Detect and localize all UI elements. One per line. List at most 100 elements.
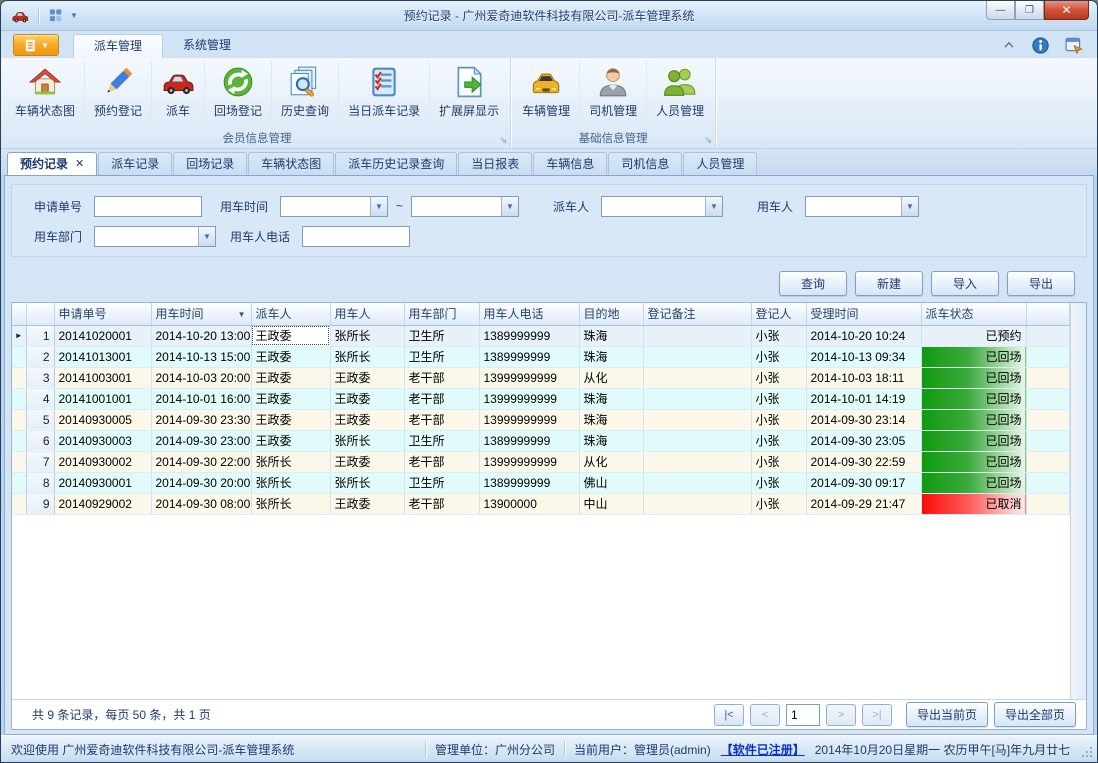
ribbon-button-车辆状态图[interactable]: 车辆状态图 [6,61,85,130]
cell-受理时间[interactable]: 2014-10-01 14:19 [806,388,921,409]
column-header-受理时间[interactable]: 受理时间 [806,303,921,325]
table-row[interactable]: 4201410010012014-10-01 16:00王政委王政委老干部139… [12,388,1070,409]
ribbon-button-当日派车记录[interactable]: 当日派车记录 [339,61,430,130]
cell-用车人[interactable]: 王政委 [330,409,404,430]
row-selector-cell[interactable] [12,451,26,472]
sort-filter-icon[interactable]: ▼ [238,310,246,319]
row-selector-cell[interactable] [12,430,26,451]
cell-申请单号[interactable]: 20141001001 [54,388,151,409]
next-page-button[interactable]: > [826,704,856,726]
cell-登记备注[interactable] [643,472,751,493]
ribbon-button-司机管理[interactable]: 司机管理 [580,61,647,130]
cell-派车状态[interactable]: 已回场 [921,346,1026,367]
cell-用车人电话[interactable]: 13999999999 [479,367,579,388]
cell-申请单号[interactable]: 20141003001 [54,367,151,388]
row-selector-cell[interactable] [12,388,26,409]
cell-登记人[interactable]: 小张 [751,367,806,388]
table-row[interactable]: 7201409300022014-09-30 22:00张所长王政委老干部139… [12,451,1070,472]
cell-登记人[interactable]: 小张 [751,325,806,346]
column-header-申请单号[interactable]: 申请单号 [54,303,151,325]
cell-用车人[interactable]: 王政委 [330,367,404,388]
ribbon-tab-系统管理[interactable]: 系统管理 [163,34,251,58]
cell-用车人[interactable]: 王政委 [330,493,404,514]
cell-用车人[interactable]: 张所长 [330,472,404,493]
cell-用车人电话[interactable]: 13999999999 [479,409,579,430]
cell-目的地[interactable]: 珠海 [579,409,643,430]
chevron-down-icon[interactable]: ▼ [501,197,518,216]
cell-目的地[interactable]: 从化 [579,367,643,388]
cell-派车状态[interactable]: 已回场 [921,388,1026,409]
table-row[interactable]: 9201409290022014-09-30 08:00张所长王政委老干部139… [12,493,1070,514]
cell-派车人[interactable]: 王政委 [251,346,330,367]
cell-申请单号[interactable]: 20141013001 [54,346,151,367]
cell-用车部门[interactable]: 老干部 [404,409,479,430]
doc-tab-车辆信息[interactable]: 车辆信息 [533,152,607,175]
cell-受理时间[interactable]: 2014-09-30 22:59 [806,451,921,472]
cell-登记备注[interactable] [643,346,751,367]
cell-目的地[interactable]: 珠海 [579,388,643,409]
cell-申请单号[interactable]: 20140930001 [54,472,151,493]
cell-登记人[interactable]: 小张 [751,346,806,367]
cell-申请单号[interactable]: 20140929002 [54,493,151,514]
cell-目的地[interactable]: 从化 [579,451,643,472]
dispatcher-combo[interactable]: ▼ [601,196,723,217]
cell-受理时间[interactable]: 2014-10-13 09:34 [806,346,921,367]
ribbon-button-派车[interactable]: 派车 [152,61,205,130]
cell-申请单号[interactable]: 20141020001 [54,325,151,346]
info-icon[interactable] [1032,37,1049,54]
cell-用车部门[interactable]: 老干部 [404,493,479,514]
cell-登记备注[interactable] [643,409,751,430]
cell-派车状态[interactable]: 已回场 [921,451,1026,472]
cell-目的地[interactable]: 珠海 [579,430,643,451]
row-selector-cell[interactable] [12,346,26,367]
cell-派车人[interactable]: 王政委 [251,325,330,346]
cell-受理时间[interactable]: 2014-10-20 10:24 [806,325,921,346]
cell-用车时间[interactable]: 2014-10-20 13:00 [151,325,251,346]
cell-用车时间[interactable]: 2014-09-30 20:00 [151,472,251,493]
cell-受理时间[interactable]: 2014-09-29 21:47 [806,493,921,514]
column-header-用车时间[interactable]: 用车时间▼ [151,303,251,325]
ribbon-button-人员管理[interactable]: 人员管理 [647,61,713,130]
cell-登记备注[interactable] [643,325,751,346]
first-page-button[interactable]: |< [714,704,744,726]
use-time-from-combo[interactable]: ▼ [280,196,388,217]
cell-用车时间[interactable]: 2014-09-30 23:30 [151,409,251,430]
cell-登记备注[interactable] [643,388,751,409]
cell-申请单号[interactable]: 20140930003 [54,430,151,451]
cell-受理时间[interactable]: 2014-09-30 23:14 [806,409,921,430]
cell-派车状态[interactable]: 已回场 [921,472,1026,493]
table-row[interactable]: 3201410030012014-10-03 20:00王政委王政委老干部139… [12,367,1070,388]
cell-用车时间[interactable]: 2014-09-30 22:00 [151,451,251,472]
cell-用车部门[interactable]: 卫生所 [404,346,479,367]
table-row[interactable]: ►1201410200012014-10-20 13:00王政委张所长卫生所13… [12,325,1070,346]
cell-受理时间[interactable]: 2014-10-03 18:11 [806,367,921,388]
cell-派车人[interactable]: 王政委 [251,388,330,409]
close-button[interactable]: ✕ [1044,1,1089,20]
column-header-用车人[interactable]: 用车人 [330,303,404,325]
chevron-down-icon[interactable]: ▼ [901,197,918,216]
doc-tab-当日报表[interactable]: 当日报表 [458,152,532,175]
cell-派车状态[interactable]: 已回场 [921,409,1026,430]
resize-grip-icon[interactable] [1081,746,1093,758]
request-no-input[interactable] [94,196,202,217]
cell-用车时间[interactable]: 2014-09-30 08:00 [151,493,251,514]
ribbon-button-预约登记[interactable]: 预约登记 [85,61,152,130]
column-header-目的地[interactable]: 目的地 [579,303,643,325]
cell-用车时间[interactable]: 2014-10-01 16:00 [151,388,251,409]
row-selector-cell[interactable]: ► [12,325,26,346]
cell-派车状态[interactable]: 已取消 [921,493,1026,514]
cell-用车时间[interactable]: 2014-09-30 23:00 [151,430,251,451]
app-menu-button[interactable]: ▼ [13,34,59,56]
cell-派车人[interactable]: 张所长 [251,472,330,493]
row-selector-cell[interactable] [12,493,26,514]
cell-目的地[interactable]: 佛山 [579,472,643,493]
last-page-button[interactable]: >| [862,704,892,726]
cell-派车状态[interactable]: 已预约 [921,325,1026,346]
chevron-down-icon[interactable]: ▼ [705,197,722,216]
table-row[interactable]: 6201409300032014-09-30 23:00王政委张所长卫生所138… [12,430,1070,451]
doc-tab-司机信息[interactable]: 司机信息 [608,152,682,175]
row-selector-cell[interactable] [12,472,26,493]
cell-派车状态[interactable]: 已回场 [921,367,1026,388]
chevron-down-icon[interactable]: ▼ [198,227,215,246]
cell-派车状态[interactable]: 已回场 [921,430,1026,451]
